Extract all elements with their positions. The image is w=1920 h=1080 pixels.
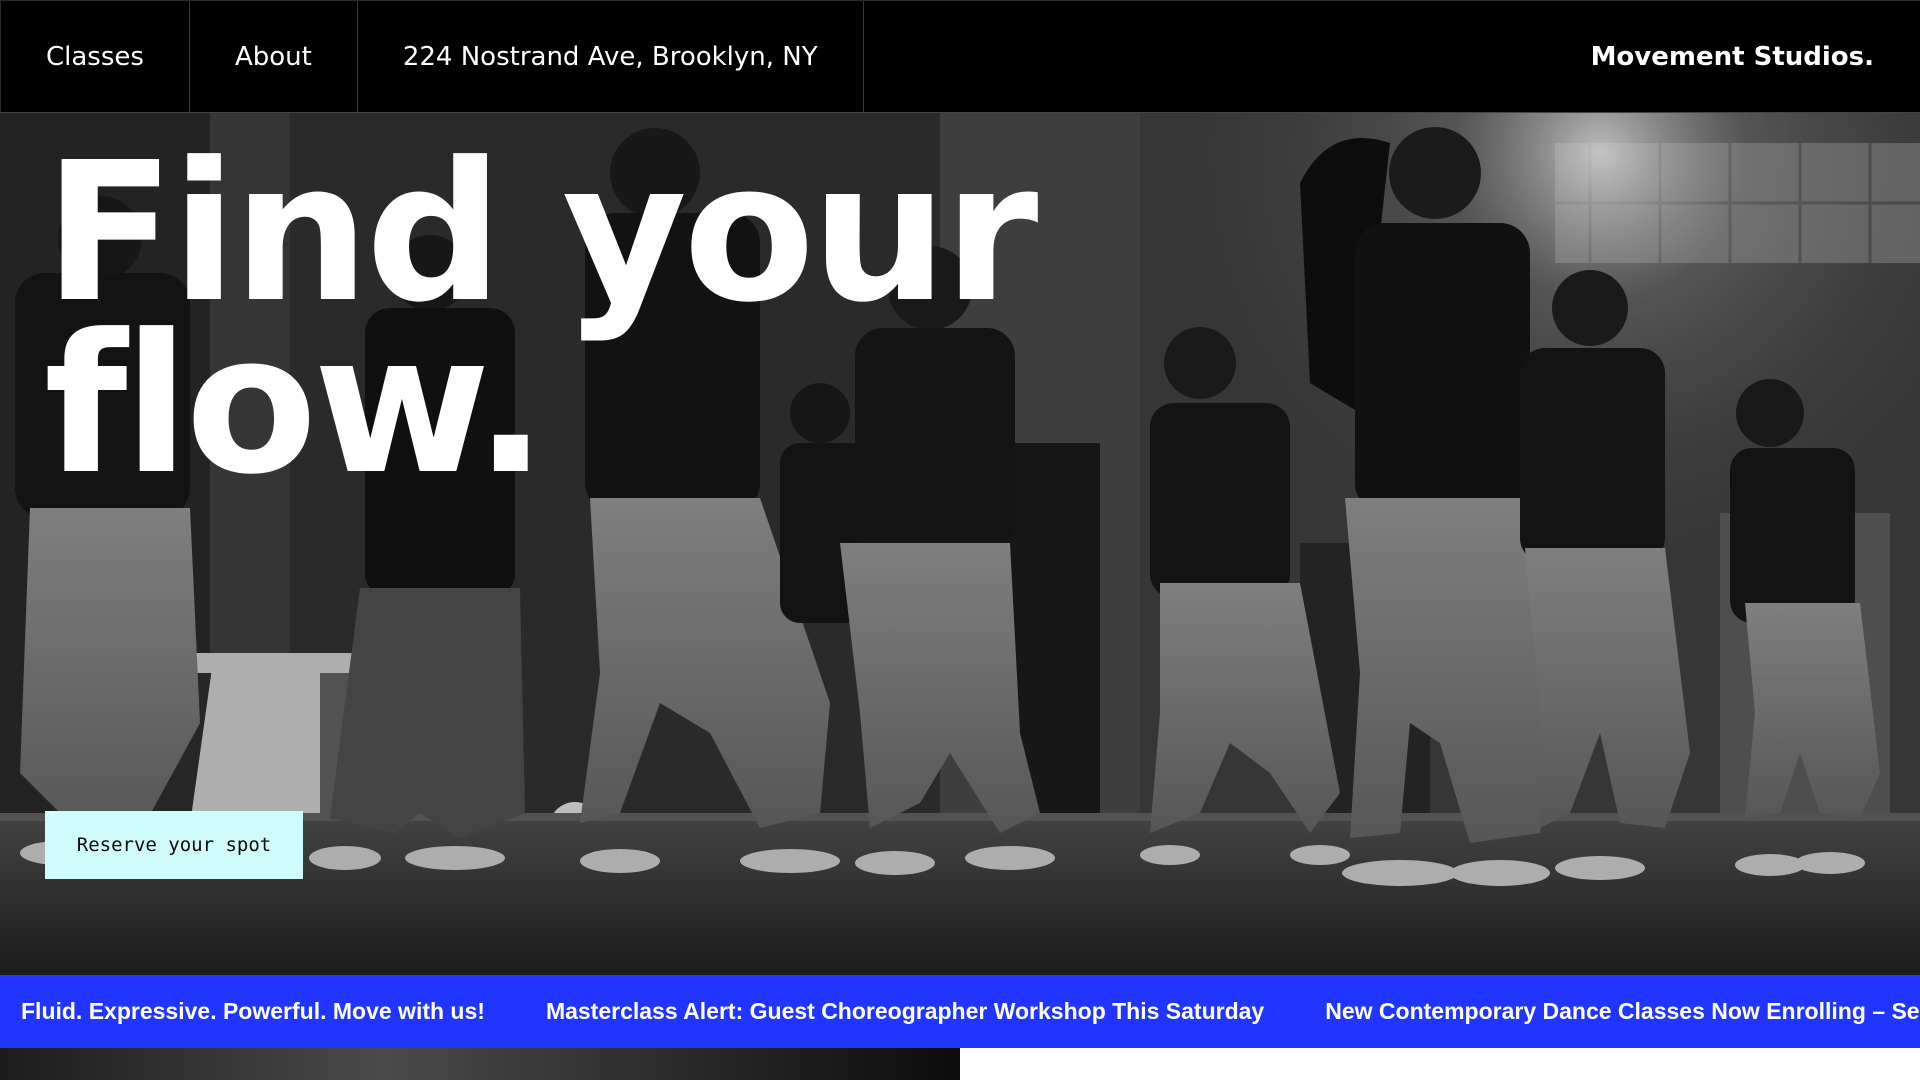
nav-item-about[interactable]: About	[190, 1, 358, 112]
nav-item-label: About	[234, 41, 312, 72]
ticker-item: New Contemporary Dance Classes Now Enrol…	[1325, 998, 1920, 1024]
page: Classes About 224 Nostrand Ave, Brooklyn…	[0, 0, 1920, 1080]
next-section-panel	[960, 1048, 1920, 1080]
brand-name: Movement Studios.	[1590, 41, 1874, 72]
hero-title: Find your flow.	[44, 122, 1038, 517]
nav-item-label: Classes	[46, 41, 144, 72]
top-nav: Classes About 224 Nostrand Ave, Brooklyn…	[0, 0, 1920, 113]
announcement-ticker: Fluid. Expressive. Powerful. Move with u…	[0, 975, 1920, 1048]
nav-item-label: 224 Nostrand Ave, Brooklyn, NY	[402, 41, 818, 72]
ticker-item: Fluid. Expressive. Powerful. Move with u…	[21, 998, 485, 1024]
next-section-image	[0, 1048, 960, 1080]
reserve-spot-button[interactable]: Reserve your spot	[45, 811, 303, 879]
nav-item-address[interactable]: 224 Nostrand Ave, Brooklyn, NY	[358, 1, 864, 112]
reserve-spot-label: Reserve your spot	[76, 834, 272, 856]
ticker-item: Masterclass Alert: Guest Choreographer W…	[545, 998, 1265, 1024]
brand-logo[interactable]: Movement Studios.	[1591, 1, 1920, 112]
hero-section: Find your flow. Reserve your spot	[0, 113, 1920, 975]
nav-item-classes[interactable]: Classes	[0, 1, 190, 112]
next-section-preview	[0, 1048, 1920, 1080]
